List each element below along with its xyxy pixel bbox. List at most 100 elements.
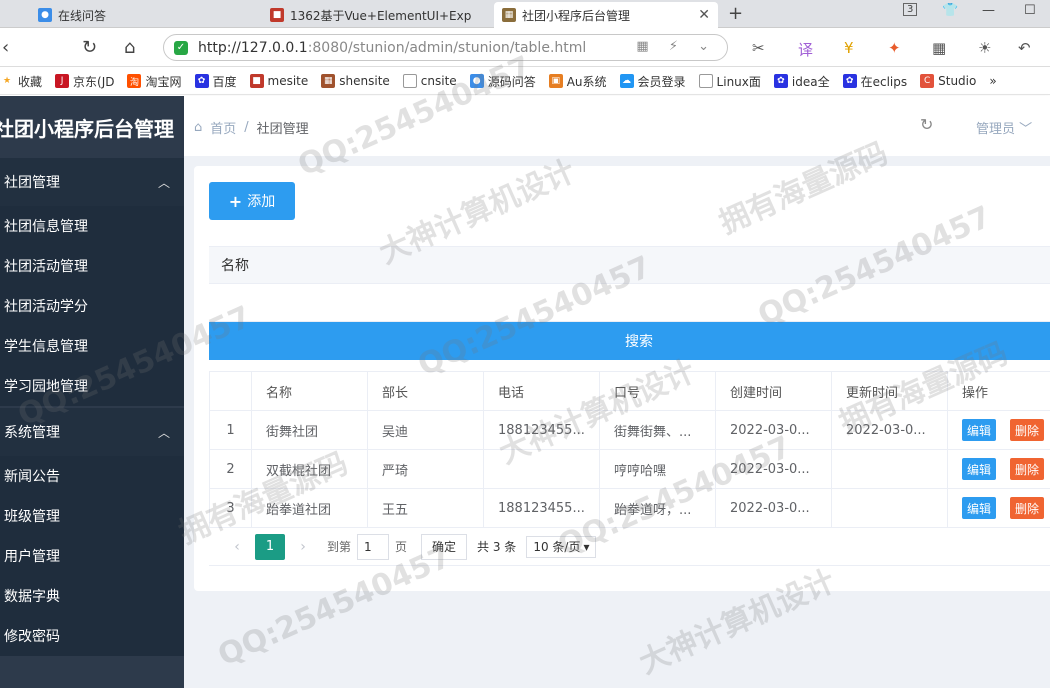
star-icon: ★	[2, 76, 12, 86]
search-button[interactable]: 搜索	[209, 322, 1050, 360]
address-bar-row: ‹ ↻ ⌂ ✓ http://127.0.0.1:8080/stunion/ad…	[0, 29, 1050, 67]
cell-name: 跆拳道社团	[251, 488, 368, 528]
url-rest: :8080/stunion/admin/stunion/table.html	[307, 39, 587, 56]
sidebar-item-news[interactable]: 新闻公告	[0, 456, 184, 496]
edit-button[interactable]: 编辑	[962, 419, 997, 441]
table-header-row: 名称 部长 电话 口号 创建时间 更新时间 操作	[209, 371, 1050, 411]
delete-button[interactable]: 删除	[1010, 497, 1045, 519]
table-row: 1 街舞社团 吴迪 188123455... 街舞街舞、... 2022-03-…	[209, 410, 1050, 450]
cell-phone: 188123455...	[483, 488, 600, 528]
bookmark-item[interactable]: ★ 收藏	[0, 73, 42, 90]
sidebar-item-activity-credits[interactable]: 社团活动学分	[0, 286, 184, 326]
browser-tab-title: 社团小程序后台管理	[522, 8, 631, 23]
sidebar-group-system[interactable]: 系统管理 ︿	[0, 408, 184, 456]
browser-tab[interactable]: ● 在线问答	[30, 2, 255, 28]
home-icon[interactable]: ⌂	[124, 37, 135, 58]
column-header[interactable]: 电话	[483, 371, 600, 411]
bookmark-item[interactable]: ■ mesite	[249, 74, 308, 88]
column-header[interactable]: 口号	[599, 371, 716, 411]
cell-slogan: 街舞街舞、...	[599, 410, 716, 450]
confirm-button[interactable]: 确定	[421, 533, 468, 560]
sidebar-item-dictionary[interactable]: 数据字典	[0, 576, 184, 616]
bookmark-item[interactable]: Linux面	[698, 73, 761, 90]
sidebar-item-club-info[interactable]: 社团信息管理	[0, 206, 184, 246]
add-button[interactable]: + 添加	[209, 182, 295, 220]
cell-updated: 2022-03-0...	[831, 410, 948, 450]
bookmark-item[interactable]: ▣ Au系统	[548, 73, 607, 90]
url-field[interactable]: ✓ http://127.0.0.1:8080/stunion/admin/st…	[163, 34, 728, 61]
chevron-down-icon: ▾	[583, 539, 590, 554]
chevron-left-icon[interactable]: ‹	[225, 539, 249, 555]
browser-tab-title: 1362基于Vue+ElementUI+Exp	[290, 8, 472, 23]
new-tab-icon[interactable]: +	[728, 3, 743, 24]
bookmark-item[interactable]: ✿ idea全	[773, 73, 830, 90]
edit-button[interactable]: 编辑	[962, 497, 997, 519]
cell-name: 街舞社团	[251, 410, 368, 450]
sidebar-item-club-activity[interactable]: 社团活动管理	[0, 246, 184, 286]
column-header[interactable]: 创建时间	[715, 371, 832, 411]
bookmark-item[interactable]: C Studio	[920, 74, 976, 88]
column-header[interactable]: 更新时间	[831, 371, 948, 411]
bookmark-item[interactable]: ☁ 会员登录	[619, 73, 686, 90]
sidebar-item-study-garden[interactable]: 学习园地管理	[0, 366, 184, 406]
bookmark-item[interactable]: ✿ 百度	[194, 73, 237, 90]
scissors-icon[interactable]: ✂	[752, 39, 765, 57]
gamepad-icon[interactable]: ✦	[888, 39, 901, 57]
chevron-up-icon: ︿	[157, 175, 170, 190]
sidebar-group-club[interactable]: 社团管理 ︿	[0, 158, 184, 206]
breadcrumb-home[interactable]: 首页	[210, 118, 236, 137]
delete-button[interactable]: 删除	[1010, 458, 1045, 480]
browser-tab-active[interactable]: ▦ 社团小程序后台管理 ✕	[494, 2, 718, 28]
sidebar-item-students[interactable]: 学生信息管理	[0, 326, 184, 366]
paw-icon: ✿	[773, 74, 788, 88]
bookmark-item[interactable]: J 京东(JD	[55, 73, 114, 90]
content-card: + 添加 名称 搜索 名称 部长 电话 口号 创建时间 更新时间 操作 1 街舞…	[194, 166, 1050, 591]
sidebar-item-change-password[interactable]: 修改密码	[0, 616, 184, 656]
chevron-right-icon[interactable]: ›	[291, 539, 315, 555]
maximize-icon[interactable]: ☐	[1024, 3, 1036, 18]
tab-count-badge[interactable]: 3	[903, 3, 918, 16]
undo-icon[interactable]: ↶	[1018, 39, 1031, 57]
sidebar-item-users[interactable]: 用户管理	[0, 536, 184, 576]
translate-icon[interactable]: 译	[798, 39, 813, 60]
shirt-icon[interactable]: 👕	[942, 3, 958, 18]
page-number-current[interactable]: 1	[255, 533, 285, 560]
cell-leader: 王五	[367, 488, 484, 528]
browser-tab-title: 在线问答	[58, 8, 107, 23]
home-icon[interactable]: ⌂	[194, 120, 202, 135]
page-size-select[interactable]: 10 条/页 ▾	[526, 535, 597, 558]
user-menu[interactable]: 管理员 ﹀	[976, 118, 1032, 137]
sun-icon[interactable]: ☀	[978, 39, 991, 57]
jd-icon: J	[55, 74, 70, 88]
cell-created: 2022-03-0...	[715, 488, 832, 528]
cell-actions: 编辑 删除	[947, 410, 1050, 450]
cell-slogan: 哼哼哈嘿	[599, 449, 716, 489]
bookmark-item[interactable]: 淘淘宝网	[127, 73, 182, 90]
shield-yen-icon[interactable]: ¥	[844, 39, 854, 57]
bookmark-item[interactable]: cnsite	[402, 74, 457, 88]
bookmark-item[interactable]: ✿ 在eclips	[842, 73, 907, 90]
edit-button[interactable]: 编辑	[962, 458, 997, 480]
back-icon[interactable]: ‹	[2, 37, 9, 58]
cell-updated	[831, 488, 948, 528]
filter-name-input[interactable]	[209, 284, 1050, 322]
grid-icon[interactable]: ▦	[932, 39, 946, 57]
column-header[interactable]: 名称	[251, 371, 368, 411]
close-icon[interactable]: ✕	[698, 7, 710, 23]
minimize-icon[interactable]: —	[982, 3, 995, 18]
column-header[interactable]: 部长	[367, 371, 484, 411]
browser-tab[interactable]: ■ 1362基于Vue+ElementUI+Exp	[262, 2, 487, 28]
reload-icon[interactable]: ↻	[82, 37, 97, 58]
taobao-icon: 淘	[127, 74, 142, 88]
sidebar-item-classes[interactable]: 班级管理	[0, 496, 184, 536]
goto-page-input[interactable]: 1	[357, 533, 390, 560]
cell-phone	[483, 449, 600, 489]
bookmark-item[interactable]: ▦ shensite	[321, 74, 390, 88]
url-action-icons[interactable]: ▦ ⚡ ⌄	[636, 39, 717, 54]
refresh-icon[interactable]: ↻	[920, 115, 933, 134]
bookmark-item[interactable]: ● 源码问答	[469, 73, 536, 90]
goto-label: 到第	[327, 540, 352, 554]
breadcrumb: ⌂ 首页 / 社团管理	[194, 118, 309, 137]
bookmarks-more[interactable]: »	[989, 74, 996, 88]
delete-button[interactable]: 删除	[1010, 419, 1045, 441]
